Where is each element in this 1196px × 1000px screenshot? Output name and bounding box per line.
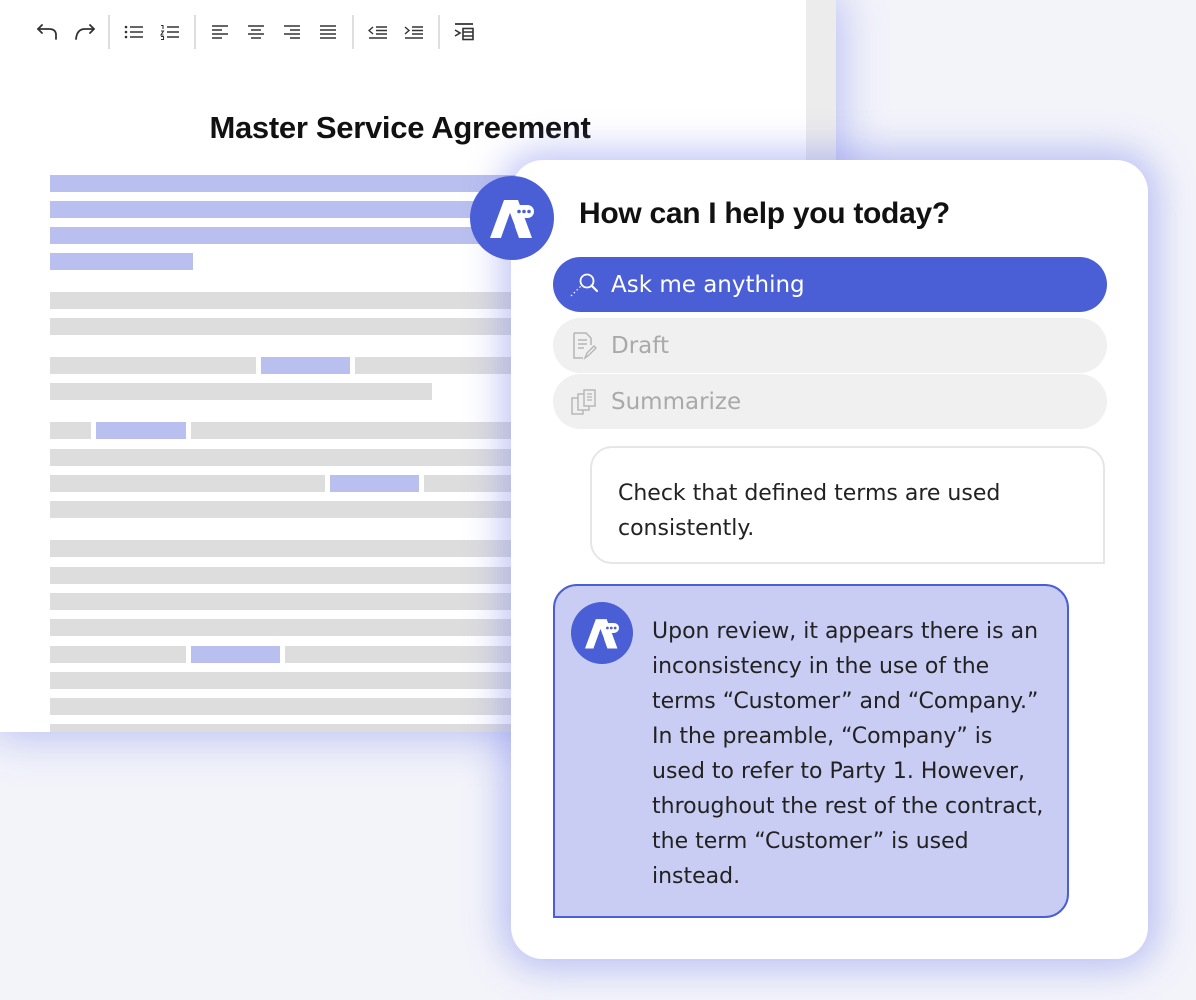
assistant-logo-icon [470, 176, 554, 260]
text-line [50, 672, 570, 689]
assistant-heading: How can I help you today? [579, 197, 950, 230]
align-center-icon[interactable] [238, 14, 274, 50]
text-line [50, 383, 432, 400]
toolbar-divider [108, 15, 110, 49]
toolbar-divider [352, 15, 354, 49]
formatting-toolbar [30, 14, 482, 50]
text-line [50, 449, 570, 466]
text-line [50, 501, 570, 518]
mode-summarize[interactable]: Summarize [553, 374, 1107, 429]
text-line [50, 540, 570, 557]
toolbar-divider [194, 15, 196, 49]
highlighted-term [191, 646, 280, 663]
justify-icon[interactable] [310, 14, 346, 50]
documents-stack-icon [567, 385, 601, 419]
user-message-bubble: Check that defined terms are used consis… [590, 446, 1105, 564]
indent-icon[interactable] [396, 14, 432, 50]
redo-icon[interactable] [66, 14, 102, 50]
text-line [50, 724, 570, 732]
mode-label: Ask me anything [611, 271, 805, 298]
text-line [50, 646, 186, 663]
align-left-icon[interactable] [202, 14, 238, 50]
mode-ask-me-anything[interactable]: Ask me anything [553, 257, 1107, 312]
mode-label: Draft [611, 332, 669, 359]
text-line [50, 698, 570, 715]
highlighted-term [330, 475, 419, 492]
highlighted-term [261, 357, 350, 374]
text-line [50, 318, 570, 335]
assistant-avatar-icon [571, 602, 633, 664]
numbered-list-icon[interactable] [152, 14, 188, 50]
text-line [50, 475, 325, 492]
assistant-response-text: Upon review, it appears there is an inco… [652, 619, 1044, 889]
document-title: Master Service Agreement [209, 110, 591, 145]
bullet-list-icon[interactable] [116, 14, 152, 50]
outdent-icon[interactable] [360, 14, 396, 50]
undo-icon[interactable] [30, 14, 66, 50]
text-line [50, 422, 91, 439]
text-wrap-icon[interactable] [446, 14, 482, 50]
mode-label: Summarize [611, 388, 742, 415]
highlighted-term [96, 422, 186, 439]
text-line [50, 292, 570, 309]
highlighted-text-line [50, 253, 193, 270]
align-right-icon[interactable] [274, 14, 310, 50]
text-line [50, 357, 256, 374]
assistant-response-bubble: Upon review, it appears there is an inco… [553, 584, 1069, 918]
text-line [50, 593, 570, 610]
mode-draft[interactable]: Draft [553, 318, 1107, 373]
magnifier-icon [567, 268, 601, 302]
document-pen-icon [567, 329, 601, 363]
text-line [50, 619, 570, 636]
text-line [50, 567, 570, 584]
user-message-text: Check that defined terms are used consis… [618, 481, 1001, 541]
toolbar-divider [438, 15, 440, 49]
